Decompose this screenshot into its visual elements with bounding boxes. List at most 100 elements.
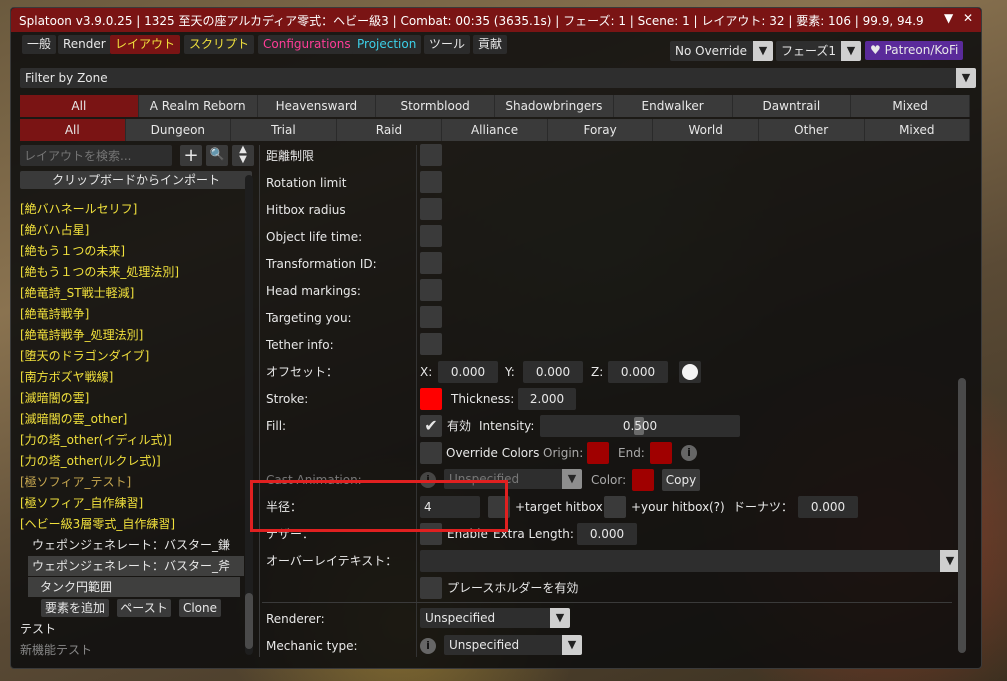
expansion-mixed[interactable]: Mixed <box>851 95 970 117</box>
collapse-icon[interactable]: ▼ <box>944 11 953 25</box>
layout-item[interactable]: [南方ボズヤ戦線] <box>20 367 113 387</box>
zone-filter-dropdown[interactable]: Filter by Zone ▼ <box>20 68 976 88</box>
offset-x-input[interactable]: 0.000 <box>438 361 498 383</box>
hitbox-radius-checkbox[interactable] <box>420 198 442 220</box>
intensity-slider[interactable]: 0.500 <box>540 415 740 437</box>
layout-item[interactable]: [絶竜詩戦争_処理法別] <box>20 325 143 345</box>
layout-item[interactable]: [極ソフィア_自作練習] <box>20 493 143 513</box>
tab-render[interactable]: Render <box>58 35 111 54</box>
rotation-limit-checkbox[interactable] <box>420 171 442 193</box>
expansion-sb[interactable]: Stormblood <box>376 95 495 117</box>
stroke-color-swatch[interactable] <box>420 388 442 410</box>
help-icon[interactable]: (?) <box>709 498 725 516</box>
extra-length-input[interactable]: 0.000 <box>577 523 637 545</box>
close-icon[interactable]: ✕ <box>963 11 973 25</box>
paste-button[interactable]: ペースト <box>117 599 171 617</box>
layout-search-input[interactable] <box>20 145 172 166</box>
expansion-ew[interactable]: Endwalker <box>613 95 733 117</box>
left-scrollbar[interactable] <box>245 175 253 655</box>
category-raid[interactable]: Raid <box>336 119 443 141</box>
layout-item[interactable]: [絶バハ占星] <box>20 220 89 240</box>
add-icon[interactable]: + <box>180 145 202 166</box>
layout-item[interactable]: [滅暗闇の雲_other] <box>20 409 127 429</box>
mechanic-type-dropdown[interactable]: Unspecified ▼ <box>444 635 582 655</box>
layout-item[interactable]: [滅暗闇の雲] <box>20 388 89 408</box>
your-hitbox-checkbox[interactable] <box>604 496 626 518</box>
layout-item[interactable]: [極ソフィア_テスト] <box>20 472 131 492</box>
import-clipboard-button[interactable]: クリップボードからインポート <box>20 171 252 189</box>
info-icon[interactable]: i <box>420 638 436 654</box>
layout-item[interactable]: [絶竜詩_ST戦士軽減] <box>20 283 134 303</box>
add-element-button[interactable]: 要素を追加 <box>41 599 109 617</box>
placeholder-checkbox[interactable] <box>420 577 442 599</box>
donut-label: ドーナツ： <box>733 500 794 514</box>
expansion-dt[interactable]: Dawntrail <box>732 95 852 117</box>
offset-picker-button[interactable] <box>679 361 701 383</box>
end-color-swatch[interactable] <box>650 442 672 464</box>
element-item-selected[interactable]: ウェポンジェネレート：バスター_斧 <box>28 556 244 576</box>
layout-item[interactable]: [絶もう１つの未来] <box>20 241 125 261</box>
offset-y-input[interactable]: 0.000 <box>523 361 583 383</box>
tab-projection[interactable]: Projection <box>352 35 422 54</box>
expansion-all[interactable]: All <box>20 95 139 117</box>
layout-item[interactable]: [絶バハネールセリフ] <box>20 199 137 219</box>
phase-dropdown[interactable]: フェーズ1 ▼ <box>776 41 861 61</box>
sort-icon[interactable]: ▲ ▼ <box>232 145 254 166</box>
overlay-text-dropdown[interactable]: ▼ <box>420 550 960 572</box>
expansion-hw[interactable]: Heavensward <box>257 95 377 117</box>
tab-tools[interactable]: ツール <box>424 35 471 54</box>
donut-input[interactable]: 0.000 <box>798 496 858 518</box>
thickness-input[interactable]: 2.000 <box>518 388 576 410</box>
layout-item-selected[interactable]: [ヘビー級3層零式_自作練習] <box>20 514 175 534</box>
tab-scripts[interactable]: スクリプト <box>184 35 255 54</box>
tether-info-checkbox[interactable] <box>420 333 442 355</box>
layout-item[interactable]: 新機能テスト <box>20 640 92 660</box>
your-hitbox-label: +your hitbox <box>631 500 710 514</box>
info-icon[interactable]: i <box>681 445 697 461</box>
category-all[interactable]: All <box>20 119 126 141</box>
offset-z-input[interactable]: 0.000 <box>608 361 668 383</box>
copy-button[interactable]: Copy <box>662 469 700 491</box>
expansion-shb[interactable]: Shadowbringers <box>495 95 614 117</box>
renderer-dropdown[interactable]: Unspecified ▼ <box>420 608 570 628</box>
category-foray[interactable]: Foray <box>547 119 654 141</box>
layout-item[interactable]: [力の塔_other(イディル式)] <box>20 430 172 450</box>
tab-layouts[interactable]: レイアウト <box>110 35 181 54</box>
transformation-checkbox[interactable] <box>420 252 442 274</box>
category-alliance[interactable]: Alliance <box>442 119 548 141</box>
layout-item[interactable]: [堕天のドラゴンダイブ] <box>20 346 149 366</box>
targeting-checkbox[interactable] <box>420 306 442 328</box>
category-world[interactable]: World <box>653 119 759 141</box>
distance-limit-label: 距離制限 <box>266 149 315 163</box>
search-icon[interactable]: 🔍 <box>206 145 228 166</box>
category-other[interactable]: Other <box>758 119 865 141</box>
layout-item[interactable]: [力の塔_other(ルクレ式)] <box>20 451 161 471</box>
expansion-arr[interactable]: A Realm Reborn <box>138 95 258 117</box>
tab-contribute[interactable]: 貢献 <box>473 35 508 54</box>
tab-general[interactable]: 一般 <box>22 35 57 54</box>
right-scrollbar[interactable] <box>958 378 966 653</box>
patreon-button[interactable]: ♥ Patreon/KoFi <box>865 41 964 60</box>
clone-button[interactable]: Clone <box>179 599 221 617</box>
distance-limit-checkbox[interactable] <box>420 144 442 166</box>
object-life-checkbox[interactable] <box>420 225 442 247</box>
layout-item[interactable]: [絶もう１つの未来_処理法別] <box>20 262 179 282</box>
left-scrollbar-thumb[interactable] <box>245 593 253 649</box>
layout-item[interactable]: テスト <box>20 619 56 639</box>
origin-color-swatch[interactable] <box>587 442 609 464</box>
override-colors-checkbox[interactable] <box>420 442 442 464</box>
cast-color-swatch[interactable] <box>632 469 654 491</box>
head-markings-label: Head markings: <box>266 284 361 298</box>
head-markings-checkbox[interactable] <box>420 279 442 301</box>
tab-configurations[interactable]: Configurations <box>258 35 356 54</box>
element-item[interactable]: ウェポンジェネレート：バスター_鎌 <box>30 535 242 555</box>
fill-checkbox-checked[interactable]: ✔ <box>420 415 442 437</box>
category-mixed[interactable]: Mixed <box>864 119 971 141</box>
category-trial[interactable]: Trial <box>231 119 337 141</box>
element-item[interactable]: タンク円範囲 <box>28 577 240 597</box>
title-bar[interactable]: Splatoon v3.9.0.25 | 1325 至天の座アルカディア零式：ヘ… <box>11 8 981 32</box>
override-dropdown[interactable]: No Override ▼ <box>670 41 773 61</box>
layout-item[interactable]: [絶竜詩戦争] <box>20 304 89 324</box>
right-scrollbar-thumb[interactable] <box>958 378 966 653</box>
category-dungeon[interactable]: Dungeon <box>125 119 232 141</box>
